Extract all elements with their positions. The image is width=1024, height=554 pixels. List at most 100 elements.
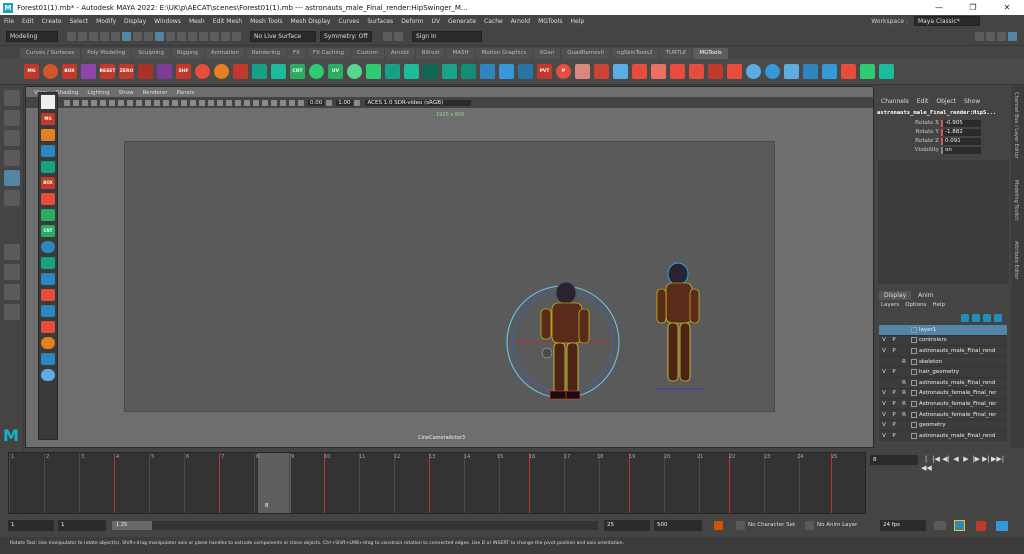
layer-row[interactable]: V P R Astronauts_female_Final_rer — [879, 399, 1007, 410]
layer-color-swatch[interactable] — [911, 326, 917, 333]
layer-row[interactable]: V P R Astronauts_female_Final_rer — [879, 389, 1007, 400]
pivot-icon[interactable] — [309, 64, 324, 79]
save-scene-icon[interactable] — [89, 32, 98, 41]
arrow-icon[interactable] — [41, 193, 55, 205]
layer-row[interactable]: V P geometry — [879, 420, 1007, 431]
fish-icon[interactable] — [499, 64, 514, 79]
attr-rotate-x[interactable]: Rotate X -0.905 — [877, 119, 1007, 127]
play-forwards-button[interactable]: ▶ — [961, 455, 971, 464]
selected-object-name[interactable]: astronauts_male_Final_render:HipS... — [877, 110, 1011, 116]
link-icon[interactable] — [385, 64, 400, 79]
tab-anim[interactable]: Anim — [913, 291, 938, 300]
cross-icon[interactable] — [480, 64, 495, 79]
current-time-indicator[interactable] — [258, 453, 291, 513]
document-icon[interactable] — [41, 353, 55, 365]
circle-icon[interactable] — [765, 64, 780, 79]
cnt-icon[interactable]: CNT — [290, 64, 305, 79]
menu-mesh-display[interactable]: Mesh Display — [291, 18, 331, 25]
layer-color-swatch[interactable] — [911, 432, 917, 439]
sign-in-dropdown[interactable]: Sign In — [412, 31, 482, 42]
ipr-render-icon[interactable] — [221, 32, 230, 41]
layer-name[interactable]: astronauts_male_Final_rend — [919, 380, 1001, 386]
two-view-layout-icon[interactable] — [3, 284, 20, 300]
uv-icon[interactable]: UV — [328, 64, 343, 79]
menu-mesh[interactable]: Mesh — [189, 18, 205, 25]
snap-point-icon[interactable] — [177, 32, 186, 41]
shelf-tab-curves-surfaces[interactable]: Curves / Surfaces — [20, 48, 81, 59]
layer-name[interactable]: geometry — [919, 422, 1001, 428]
paint-select-tool-icon[interactable] — [3, 130, 20, 146]
bracket-close-icon[interactable] — [727, 64, 742, 79]
step-back-key-button[interactable]: |◀ — [931, 455, 941, 464]
anim-layer-icon[interactable] — [805, 521, 814, 530]
menu-set-dropdown[interactable]: Modeling — [6, 31, 58, 42]
constraint-icon[interactable] — [271, 64, 286, 79]
new-layer-from-selection-icon[interactable] — [994, 314, 1002, 322]
fps-dropdown[interactable]: 24 fps — [880, 520, 926, 531]
arrow-icon[interactable] — [632, 64, 647, 79]
layer-row[interactable]: V P astronauts_male_Final_rend — [879, 346, 1007, 357]
menu-deform[interactable]: Deform — [401, 18, 423, 25]
rotate-tool-icon[interactable] — [3, 170, 20, 186]
shelf-tab-mash[interactable]: MASH — [446, 48, 475, 59]
tab-channel-box-layer-editor[interactable]: Channel Box / Layer Editor — [1013, 92, 1019, 159]
layer-row[interactable]: R astronauts_male_Final_rend — [879, 378, 1007, 389]
range-slider-handle[interactable]: 1 25 — [112, 521, 152, 530]
layer-name[interactable]: astronauts_male_Final_rend — [919, 433, 1001, 439]
minimize-button[interactable]: — — [922, 0, 956, 15]
step-forward-frame-button[interactable]: |▶ — [971, 455, 981, 464]
layer-color-swatch[interactable] — [911, 337, 917, 344]
bone-icon[interactable] — [594, 64, 609, 79]
layer-playback-toggle[interactable]: P — [889, 433, 899, 439]
layer-display-type-toggle[interactable]: R — [899, 390, 909, 396]
viewport-panel[interactable]: View Shading Lighting Show Renderer Pane… — [25, 86, 874, 448]
zero-all-icon[interactable] — [138, 64, 153, 79]
bake-icon[interactable] — [233, 64, 248, 79]
sync-icon[interactable] — [347, 64, 362, 79]
shf-icon[interactable]: SHF — [176, 64, 191, 79]
move-layer-up-icon[interactable] — [961, 314, 969, 322]
workspace-dropdown[interactable]: Maya Classic* — [914, 16, 980, 26]
arrow-right-icon[interactable] — [708, 64, 723, 79]
tab-display[interactable]: Display — [879, 291, 912, 300]
layer-display-type-toggle[interactable]: R — [899, 380, 909, 386]
channel-menu-object[interactable]: Object — [936, 98, 956, 105]
menu-select[interactable]: Select — [70, 18, 89, 25]
menu-mesh-tools[interactable]: Mesh Tools — [250, 18, 282, 25]
shelf-tab-xgen[interactable]: XGen — [533, 48, 561, 59]
layer-display-type-toggle[interactable]: R — [899, 359, 909, 365]
layer-color-swatch[interactable] — [911, 369, 917, 376]
attr-value-field[interactable]: -0.905 — [941, 119, 981, 127]
playback-start-field[interactable]: 1 — [58, 520, 106, 531]
restore-button[interactable]: ❐ — [956, 0, 990, 15]
search-icon[interactable] — [366, 64, 381, 79]
new-empty-layer-icon[interactable] — [983, 314, 991, 322]
undo-icon[interactable] — [100, 32, 109, 41]
stack-icon[interactable] — [41, 305, 55, 317]
channel-menu-channels[interactable]: Channels — [881, 98, 909, 105]
scale-tool-icon[interactable] — [3, 190, 20, 206]
layer-visibility-toggle[interactable]: V — [879, 422, 889, 428]
arrow-down-icon[interactable] — [670, 64, 685, 79]
channel-menu-edit[interactable]: Edit — [917, 98, 929, 105]
go-to-end-button[interactable]: ▶▶| — [991, 455, 1004, 464]
xform-icon[interactable] — [383, 32, 392, 41]
shelf-tab-turtle[interactable]: TURTLE — [659, 48, 693, 59]
redo-icon[interactable] — [111, 32, 120, 41]
layer-name[interactable]: controlers — [919, 337, 1001, 343]
layer-visibility-toggle[interactable]: V — [879, 337, 889, 343]
menu-curves[interactable]: Curves — [338, 18, 359, 25]
layer-name[interactable]: Astronauts_female_Final_rer — [919, 390, 1001, 396]
layer-visibility-toggle[interactable]: V — [879, 390, 889, 396]
mirror-pose-icon[interactable] — [157, 64, 172, 79]
layer-row[interactable]: layer1 — [879, 325, 1007, 336]
mgtools-white-swatch[interactable] — [41, 95, 55, 109]
layer-visibility-toggle[interactable]: V — [879, 412, 889, 418]
reset-icon[interactable]: RESET — [100, 64, 115, 79]
scene-figures[interactable] — [26, 87, 875, 449]
layer-row[interactable]: V P hair_geometry — [879, 367, 1007, 378]
layer-color-swatch[interactable] — [911, 400, 917, 407]
audio-icon[interactable] — [976, 521, 986, 531]
layer-display-type-toggle[interactable]: R — [899, 401, 909, 407]
modeling-toolkit-icon[interactable] — [975, 32, 984, 41]
